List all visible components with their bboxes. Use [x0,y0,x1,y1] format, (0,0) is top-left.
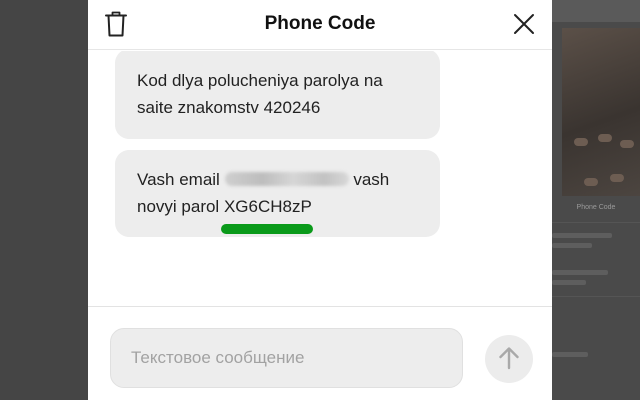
background-card-title: Phone Code [576,204,616,211]
send-button[interactable] [485,335,533,383]
background-photo [562,28,640,196]
background-dimmed-left [0,0,88,400]
dialog-title: Phone Code [264,13,376,34]
background-photo-detail [598,134,612,142]
background-text-line [552,243,592,248]
background-divider [552,296,640,297]
dialog-header: Phone Code [88,0,552,50]
arrow-up-icon [498,346,520,373]
background-top-strip [552,0,640,22]
background-text-line [552,280,586,285]
background-text-line [552,270,608,275]
message-text: Kod dlya polucheniya parolya na saite zn… [137,71,383,117]
message-input[interactable] [110,328,463,388]
highlight-underline [220,224,313,234]
background-dimmed-right: Phone Code [552,0,640,400]
message-composer [88,306,552,400]
background-photo-detail [610,174,624,182]
message-text-prefix: Vash email [137,170,220,189]
message-bubble: Vash email vash novyi parol XG6CH8zP [115,150,440,237]
background-text-line [552,352,588,357]
phone-code-dialog: Phone Code Kod dlya polucheniya parolya … [88,0,552,400]
background-photo-detail [574,138,588,146]
password-text: XG6CH8zP [223,197,312,216]
background-divider [552,222,640,223]
message-bubble: Kod dlya polucheniya parolya na saite zn… [115,51,440,139]
background-photo-detail [584,178,598,186]
redacted-email [224,172,349,186]
background-text-line [552,233,612,238]
close-icon[interactable] [512,12,536,36]
message-list[interactable]: Kod dlya polucheniya parolya na saite zn… [88,51,552,305]
password-highlight: XG6CH8zP [220,193,313,234]
background-photo-detail [620,140,634,148]
